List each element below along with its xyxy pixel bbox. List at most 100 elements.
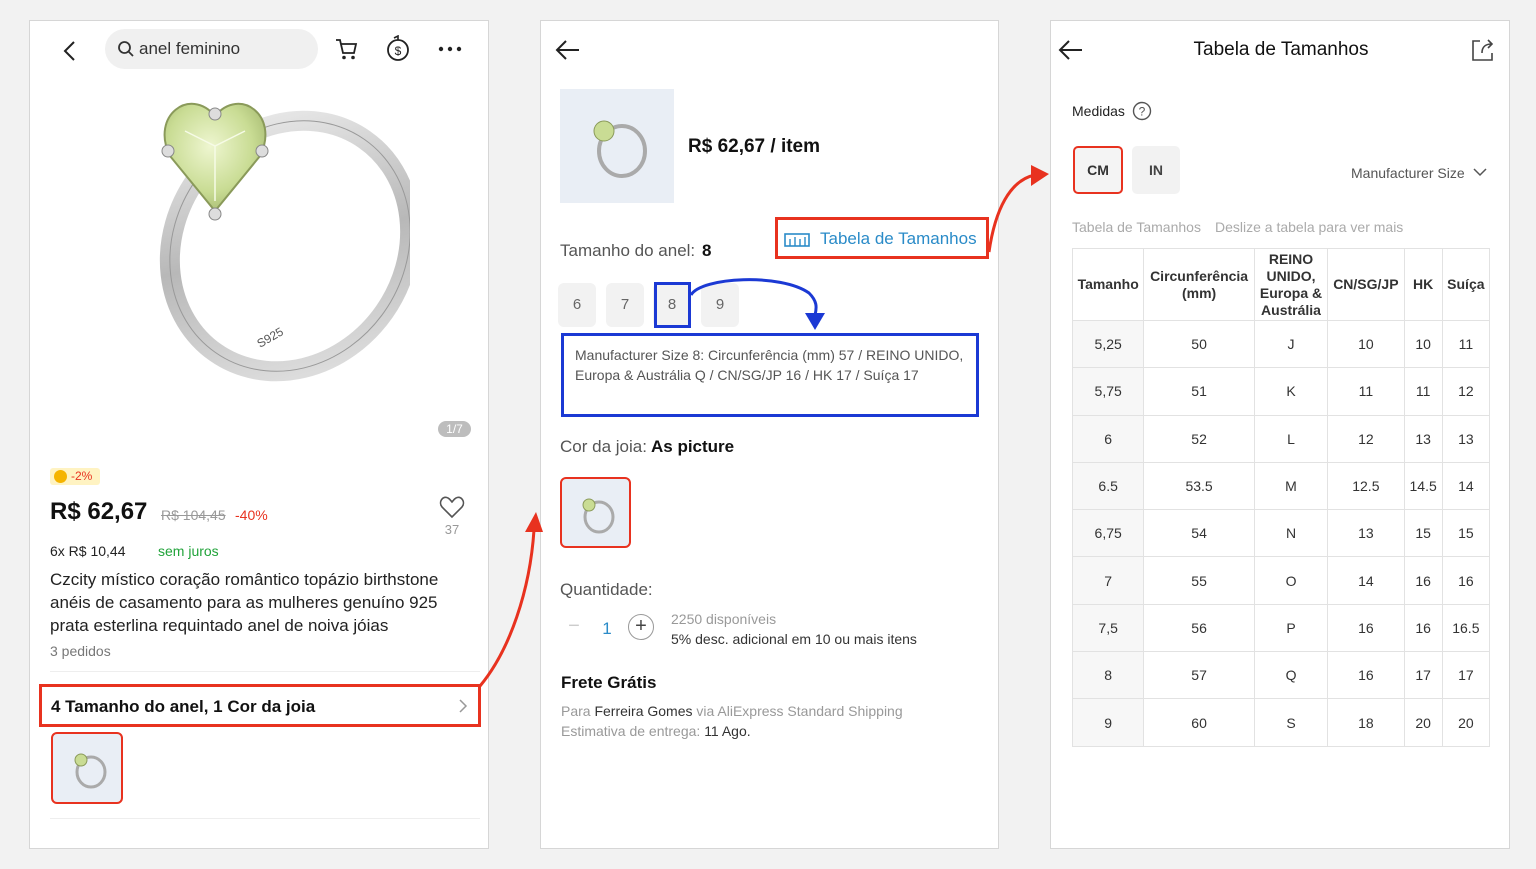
variant-thumbnail[interactable] <box>51 732 123 804</box>
color-label: Cor da joia: <box>560 437 647 456</box>
table-cell: 5,25 <box>1071 319 1145 369</box>
divider <box>50 671 480 672</box>
cart-icon[interactable] <box>333 36 359 62</box>
quantity-value[interactable]: 1 <box>599 619 615 639</box>
table-cell: 6 <box>1071 414 1145 463</box>
installments: 6x R$ 10,44 <box>50 543 126 559</box>
table-cell: 11 <box>1403 367 1443 416</box>
wishlist-heart-icon[interactable] <box>439 495 465 519</box>
table-cell: 14 <box>1441 461 1491 511</box>
table-caption: Tabela de Tamanhos <box>1072 219 1201 235</box>
table-cell: O <box>1253 556 1329 605</box>
product-page-panel: anel feminino $ S925 1/7 -2% R$ 62,67 R$… <box>29 20 489 849</box>
table-cell: 56 <box>1143 603 1255 653</box>
table-cell: 9 <box>1071 698 1145 747</box>
header-cell: CN/SG/JP <box>1327 248 1405 321</box>
red-arrow-annotation-1 <box>478 512 543 687</box>
red-arrow-annotation-2 <box>987 165 1049 253</box>
table-cell: 52 <box>1143 414 1255 463</box>
share-icon[interactable] <box>1470 37 1496 63</box>
installments-note: sem juros <box>158 543 219 559</box>
table-cell: K <box>1253 367 1329 416</box>
product-ring-image[interactable]: S925 <box>110 76 410 396</box>
unit-in-button[interactable]: IN <box>1132 146 1180 194</box>
help-icon[interactable]: ? <box>1132 101 1152 121</box>
table-row: 5,75 51 K 11 11 12 <box>1071 367 1491 416</box>
table-cell: 17 <box>1403 651 1443 700</box>
svg-text:?: ? <box>1139 105 1146 119</box>
quantity-label: Quantidade: <box>560 580 653 599</box>
table-cell: N <box>1253 509 1329 558</box>
search-bar[interactable]: anel feminino <box>105 29 318 69</box>
table-cell: 13 <box>1327 509 1405 558</box>
table-cell: L <box>1253 414 1329 463</box>
table-cell: 15 <box>1403 509 1443 558</box>
table-row: 7,5 56 P 16 16 16.5 <box>1071 603 1491 653</box>
table-cell: 60 <box>1143 698 1255 747</box>
header-cell: REINO UNIDO, Europa & Austrália <box>1253 248 1329 321</box>
size-option-6[interactable]: 6 <box>558 283 596 327</box>
shipping-destination: Para Ferreira Gomes via AliExpress Stand… <box>561 703 903 719</box>
table-cell: 16 <box>1327 651 1405 700</box>
highlight-box-size-chart <box>775 217 989 259</box>
color-option-thumbnail[interactable] <box>560 477 631 548</box>
more-options-icon[interactable] <box>438 45 462 53</box>
table-hint: Deslize a tabela para ver mais <box>1215 219 1404 235</box>
delivery-date: 11 Ago. <box>704 723 751 739</box>
header-cell: Tamanho <box>1071 248 1145 321</box>
table-cell: 14 <box>1327 556 1405 605</box>
table-row: 6,75 54 N 13 15 15 <box>1071 509 1491 558</box>
table-cell: 17 <box>1441 651 1491 700</box>
quantity-minus-button[interactable]: − <box>563 615 585 638</box>
ring-engraving: S925 <box>255 324 287 350</box>
table-cell: S <box>1253 698 1329 747</box>
table-cell: 16 <box>1327 603 1405 653</box>
quantity-plus-button[interactable]: + <box>628 614 654 640</box>
divider <box>50 818 480 819</box>
table-cell: 12.5 <box>1327 461 1405 511</box>
table-header-row: Tamanho Circunferência (mm) REINO UNIDO,… <box>1071 248 1491 321</box>
sku-product-image <box>560 89 674 203</box>
delivery-prefix: Estimativa de entrega: <box>561 723 701 739</box>
ring-thumbnail-image <box>582 498 615 534</box>
size-option-7[interactable]: 7 <box>606 283 644 327</box>
table-cell: 51 <box>1143 367 1255 416</box>
chevron-down-icon <box>1473 168 1487 177</box>
table-cell: 7 <box>1071 556 1145 605</box>
coin-exchange-icon[interactable]: $ <box>385 35 411 63</box>
table-cell: 5,75 <box>1071 367 1145 416</box>
size-chart-title: Tabela de Tamanhos <box>1193 39 1369 60</box>
discount-percent: -40% <box>235 507 268 523</box>
table-cell: 50 <box>1143 319 1255 369</box>
size-chart-panel: Tabela de Tamanhos Medidas ? CM IN Manuf… <box>1050 20 1510 849</box>
coin-icon <box>54 470 67 483</box>
blue-arrow-annotation <box>689 278 825 330</box>
table-cell: 15 <box>1441 509 1491 558</box>
ring-thumbnail-image <box>593 120 647 178</box>
table-row: 7 55 O 14 16 16 <box>1071 556 1491 605</box>
table-cell: 16 <box>1403 603 1443 653</box>
size-system-dropdown[interactable]: Manufacturer Size <box>1351 164 1491 184</box>
back-arrow-icon[interactable] <box>60 39 80 63</box>
table-cell: 6,75 <box>1071 509 1145 558</box>
table-cell: 54 <box>1143 509 1255 558</box>
table-cell: 14.5 <box>1403 461 1443 511</box>
size-selected: 8 <box>702 241 712 260</box>
table-cell: 20 <box>1403 698 1443 747</box>
size-chart-table[interactable]: Tamanho Circunferência (mm) REINO UNIDO,… <box>1071 248 1491 747</box>
table-cell: 20 <box>1441 698 1491 747</box>
table-cell: Q <box>1253 651 1329 700</box>
table-row: 6 52 L 12 13 13 <box>1071 414 1491 463</box>
unit-cm-button[interactable]: CM <box>1073 146 1123 194</box>
back-arrow-icon[interactable] <box>555 39 581 61</box>
table-cell: 16 <box>1441 556 1491 605</box>
product-price: R$ 62,67 <box>50 498 148 525</box>
ring-thumbnail-image <box>74 753 107 789</box>
shipping-title: Frete Grátis <box>561 673 657 692</box>
table-row: 8 57 Q 16 17 17 <box>1071 651 1491 700</box>
orders-count: 3 pedidos <box>50 643 111 659</box>
table-cell: 16.5 <box>1441 603 1491 653</box>
color-selected: As picture <box>651 437 735 456</box>
product-title: Czcity místico coração romântico topázio… <box>50 570 439 635</box>
image-counter: 1/7 <box>438 421 471 437</box>
